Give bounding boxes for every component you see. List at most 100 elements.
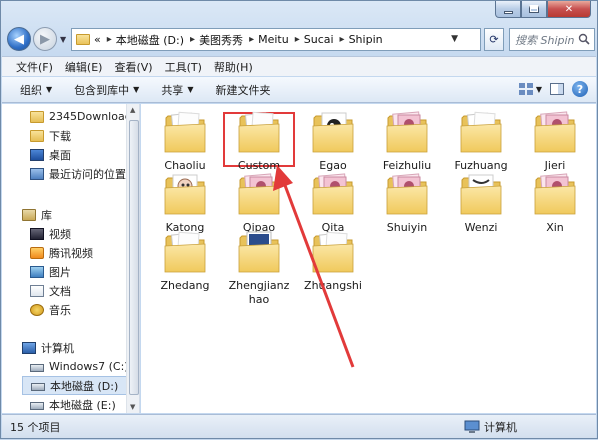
minimize-button[interactable] (495, 1, 521, 18)
folder-name: Chaoliu (164, 159, 206, 172)
chevron-down-icon: ▼ (535, 84, 542, 94)
breadcrumb-separator[interactable]: ▸ (107, 34, 112, 45)
folder-item[interactable]: Zhengjianz hao (225, 230, 293, 307)
menu-help[interactable]: 帮助(H) (214, 59, 253, 75)
folder-icon (312, 110, 354, 157)
sidebar-item[interactable]: 文档 (22, 281, 139, 300)
sidebar-item[interactable]: 腾讯视频 (22, 243, 139, 262)
organize-button[interactable]: 组织 ▼ (20, 82, 52, 98)
folder-item[interactable]: Katong (151, 172, 219, 235)
minimize-icon (503, 10, 513, 14)
download-folder-icon (30, 129, 44, 142)
folder-item[interactable]: Zhuangshi (299, 230, 367, 293)
include-in-library-button[interactable]: 包含到库中 ▼ (74, 82, 139, 98)
sidebar-item[interactable]: 图片 (22, 262, 139, 281)
drive-d-icon (31, 383, 45, 391)
breadcrumb-meitu-xiuxiu[interactable]: 美图秀秀 (199, 32, 243, 48)
folder-item[interactable]: Qipao (225, 172, 293, 235)
breadcrumb-shipin[interactable]: Shipin (349, 33, 383, 46)
maximize-icon (529, 5, 539, 13)
sidebar-item-label: 库 (41, 208, 52, 222)
search-placeholder: 搜索 Shipin (515, 33, 575, 47)
breadcrumb-meitu[interactable]: Meitu (258, 33, 289, 46)
folder-icon (30, 110, 44, 123)
sidebar-item[interactable]: 音乐 (22, 300, 139, 319)
preview-pane-button[interactable] (550, 83, 564, 95)
folder-icon (534, 172, 576, 219)
sidebar-item[interactable]: 最近访问的位置 (22, 164, 139, 183)
menu-file[interactable]: 文件(F) (16, 59, 53, 75)
folder-item[interactable]: Qita (299, 172, 367, 235)
sidebar-item[interactable]: 下载 (22, 126, 139, 145)
tencent-video-icon (30, 246, 44, 259)
pictures-icon (30, 265, 44, 278)
scroll-down-icon[interactable]: ▼ (130, 403, 135, 411)
sidebar-item-label: 2345Download (49, 110, 132, 123)
help-icon: ? (572, 81, 588, 97)
folder-item[interactable]: Chaoliu (151, 110, 219, 173)
back-button[interactable]: ◀ (7, 27, 31, 51)
scroll-up-icon[interactable]: ▲ (130, 106, 135, 114)
scrollbar-thumb[interactable] (129, 120, 139, 395)
folder-item[interactable]: Feizhuliu (373, 110, 441, 173)
folder-item[interactable]: Fuzhuang (447, 110, 515, 173)
folder-name: Zhedang (160, 279, 210, 292)
sidebar-item-label: 计算机 (41, 341, 74, 355)
music-icon (30, 303, 44, 316)
help-button[interactable]: ? (572, 81, 588, 97)
breadcrumb-sucai[interactable]: Sucai (304, 33, 334, 46)
forward-arrow-icon: ▶ (40, 31, 50, 47)
sidebar-item[interactable]: 计算机 (14, 338, 136, 357)
folder-item[interactable]: Egao (299, 110, 367, 173)
address-history-dropdown-icon[interactable]: ▼ (451, 34, 458, 44)
folder-icon (312, 230, 354, 277)
sidebar-item[interactable]: 本地磁盘 (E:) (22, 395, 139, 413)
search-icon (578, 33, 590, 45)
change-view-button[interactable]: ▼ (518, 83, 542, 95)
sidebar-item[interactable]: 视频 (22, 224, 139, 243)
sidebar-item[interactable]: 本地磁盘 (D:) (22, 376, 139, 395)
sidebar-scrollbar[interactable]: ▲ ▼ (126, 104, 139, 413)
folder-icon (76, 34, 90, 45)
chevron-down-icon: ▼ (46, 85, 53, 94)
breadcrumb-overflow[interactable]: « (94, 33, 101, 46)
search-input[interactable]: 搜索 Shipin (509, 28, 595, 51)
breadcrumb-separator[interactable]: ▸ (249, 34, 254, 45)
menu-edit[interactable]: 编辑(E) (65, 59, 103, 75)
folder-name: Xin (546, 221, 564, 234)
refresh-button[interactable]: ⟳ (484, 28, 504, 51)
menu-view[interactable]: 查看(V) (114, 59, 152, 75)
folder-name: Wenzi (464, 221, 498, 234)
view-grid-icon (518, 83, 533, 95)
chevron-down-icon: ▼ (187, 85, 194, 94)
folder-item[interactable]: Jieri (521, 110, 589, 173)
forward-button[interactable]: ▶ (33, 27, 57, 51)
folder-name: Egao (319, 159, 347, 172)
maximize-button[interactable] (521, 1, 547, 18)
folder-item[interactable]: Xin (521, 172, 589, 235)
sidebar-item[interactable]: 库 (14, 205, 136, 224)
folder-item[interactable]: Wenzi (447, 172, 515, 235)
folder-item[interactable]: Zhedang (151, 230, 219, 293)
sidebar-item-label: 本地磁盘 (D:) (50, 379, 119, 393)
share-button[interactable]: 共享 ▼ (161, 82, 193, 98)
command-bar: 组织 ▼ 包含到库中 ▼ 共享 ▼ 新建文件夹 ▼ ? (2, 77, 596, 103)
folder-item[interactable]: Shuiyin (373, 172, 441, 235)
close-button[interactable]: ✕ (547, 1, 591, 18)
folder-name: Custom (237, 159, 281, 172)
sidebar-item-label: 音乐 (49, 303, 71, 317)
breadcrumb-separator[interactable]: ▸ (190, 34, 195, 45)
sidebar-item-label: 最近访问的位置 (49, 167, 126, 181)
sidebar-item[interactable]: 桌面 (22, 145, 139, 164)
address-bar[interactable]: « ▸ 本地磁盘 (D:) ▸ 美图秀秀 ▸ Meitu ▸ Sucai ▸ S… (71, 28, 481, 51)
sidebar-item[interactable]: 2345Download (22, 107, 139, 126)
breadcrumb-separator[interactable]: ▸ (295, 34, 300, 45)
breadcrumb-drive-d[interactable]: 本地磁盘 (D:) (116, 32, 184, 48)
breadcrumb-separator[interactable]: ▸ (340, 34, 345, 45)
folder-item[interactable]: Custom (225, 110, 293, 173)
window-controls: ✕ (495, 1, 591, 18)
new-folder-button[interactable]: 新建文件夹 (215, 82, 270, 98)
sidebar-item[interactable]: Windows7 (C:) (22, 357, 139, 376)
recent-pages-dropdown[interactable]: ▼ (60, 35, 66, 44)
menu-tools[interactable]: 工具(T) (165, 59, 202, 75)
